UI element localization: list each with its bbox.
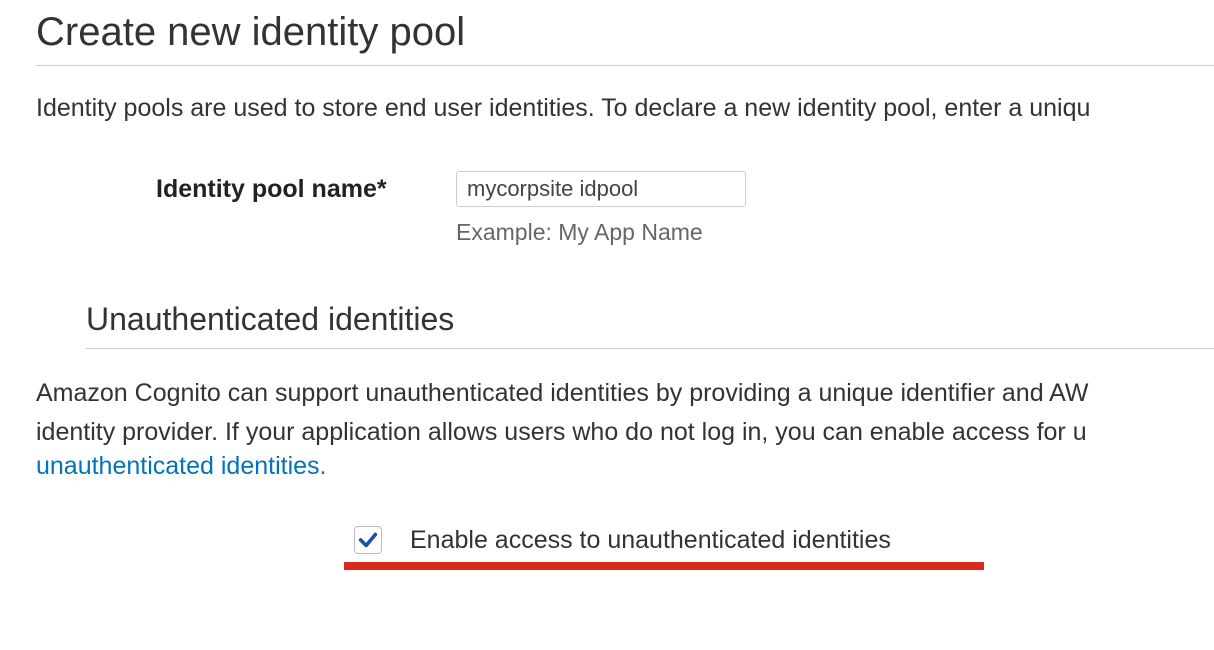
pool-name-input[interactable] <box>456 171 746 207</box>
highlight-underline <box>344 562 984 570</box>
section-desc-line1: Amazon Cognito can support unauthenticat… <box>36 374 1214 413</box>
page-title: Create new identity pool <box>36 10 1214 66</box>
checkmark-icon <box>357 529 379 551</box>
pool-name-helper: Example: My App Name <box>456 219 1214 246</box>
enable-unauth-checkbox[interactable] <box>354 526 382 554</box>
enable-unauth-row: Enable access to unauthenticated identit… <box>354 526 1214 555</box>
pool-name-label: Identity pool name* <box>156 175 456 204</box>
unauth-link[interactable]: unauthenticated identities. <box>36 452 327 480</box>
intro-text: Identity pools are used to store end use… <box>36 91 1214 126</box>
section-unauth-title: Unauthenticated identities <box>86 301 1214 349</box>
section-desc-line2: identity provider. If your application a… <box>36 413 1214 452</box>
enable-unauth-label[interactable]: Enable access to unauthenticated identit… <box>410 526 891 555</box>
pool-name-row: Identity pool name* <box>156 171 1214 207</box>
